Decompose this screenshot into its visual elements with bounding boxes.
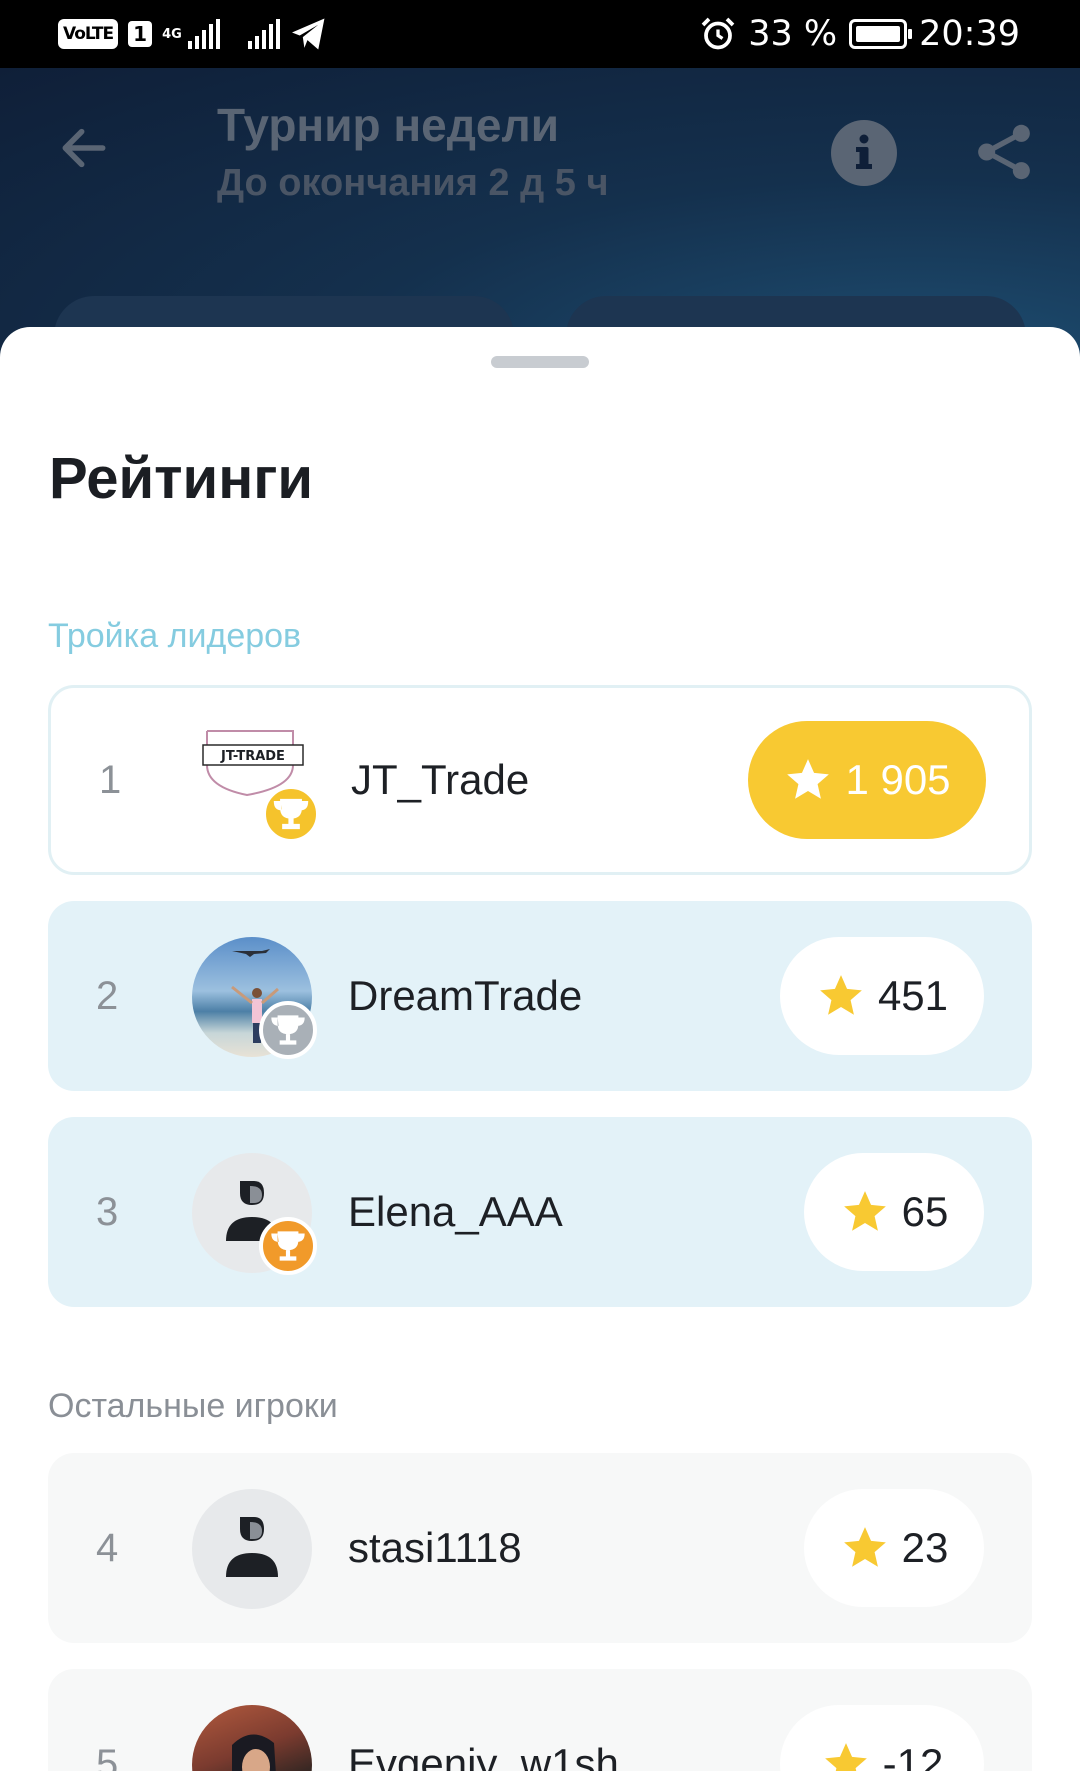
leader-row-2[interactable]: 2 DreamTrade 451	[48, 901, 1032, 1091]
star-icon	[787, 759, 830, 799]
volte-badge: VoLTE	[58, 19, 119, 49]
rank: 1	[99, 757, 122, 802]
alarm-icon	[701, 17, 735, 50]
player-name: DreamTrade	[348, 972, 583, 1019]
star-icon	[843, 1527, 886, 1567]
share-icon[interactable]	[972, 120, 1036, 184]
avatar-wrap	[192, 1153, 317, 1275]
trophy-bronze-icon	[259, 1217, 317, 1275]
clock: 20:39	[919, 14, 1020, 54]
avatar-photo	[192, 1705, 312, 1771]
avatar-wrap	[192, 1705, 312, 1771]
drag-handle[interactable]	[491, 356, 589, 368]
score-badge: 65	[804, 1153, 984, 1271]
signal-icon	[188, 19, 221, 49]
title-block: Турнир недели До окончания 2 д 5 ч	[217, 98, 609, 205]
player-name: stasi1118	[348, 1524, 522, 1571]
signal-icon-2	[248, 19, 281, 49]
telegram-icon	[292, 18, 325, 50]
ratings-sheet: Рейтинги Тройка лидеров 1 JT-TRADE JT_Tr…	[0, 327, 1080, 1771]
sheet-title: Рейтинги	[49, 446, 314, 511]
trophy-gold-icon	[262, 785, 320, 843]
rank: 4	[96, 1525, 119, 1570]
player-row-4[interactable]: 4 stasi1118 23	[48, 1453, 1032, 1643]
battery-percent: 33 %	[748, 14, 838, 54]
rank: 2	[96, 973, 119, 1018]
info-icon	[856, 134, 872, 169]
status-bar-right: 33 % 20:39	[700, 0, 1020, 68]
score-badge: -12	[780, 1705, 984, 1771]
tournament-header: Турнир недели До окончания 2 д 5 ч	[0, 68, 1080, 376]
player-name: JT_Trade	[351, 756, 530, 803]
score-badge: 1 905	[748, 721, 986, 839]
tournament-title: Турнир недели	[217, 99, 560, 151]
player-name: Elena_AAA	[348, 1188, 563, 1235]
time-remaining: До окончания 2 д 5 ч	[217, 162, 609, 204]
score-value: 1 905	[845, 756, 951, 803]
others-section-label: Остальные игроки	[48, 1387, 338, 1425]
score-value: -12	[882, 1740, 944, 1771]
network-type: 4G	[162, 26, 182, 42]
battery-icon	[849, 19, 913, 49]
trophy-silver-icon	[259, 1001, 317, 1059]
svg-text:JT-TRADE: JT-TRADE	[220, 749, 285, 764]
player-row-5[interactable]: 5 Evgeniy_w1sh -12	[48, 1669, 1032, 1771]
leader-row-3[interactable]: 3 Elena_AAA 65	[48, 1117, 1032, 1307]
rank: 5	[96, 1741, 119, 1771]
status-bar: VoLTE 1 4G 33 % 20:39	[0, 0, 1080, 68]
avatar-placeholder-icon	[192, 1489, 312, 1609]
info-button[interactable]	[831, 120, 897, 186]
star-icon	[824, 1743, 867, 1771]
back-arrow-icon[interactable]	[56, 120, 112, 176]
leader-row-1[interactable]: 1 JT-TRADE JT_Trade 1 905	[48, 685, 1032, 875]
star-icon	[843, 1191, 886, 1231]
star-icon	[820, 975, 862, 1015]
leaders-section-label: Тройка лидеров	[48, 617, 302, 655]
avatar-wrap: JT-TRADE	[195, 721, 320, 843]
sim-badge: 1	[128, 21, 153, 47]
score-value: 23	[901, 1524, 949, 1571]
player-name: Evgeniy_w1sh	[348, 1740, 619, 1771]
score-value: 65	[901, 1188, 949, 1235]
score-badge: 23	[804, 1489, 984, 1607]
score-value: 451	[877, 972, 949, 1019]
avatar-wrap	[192, 1489, 312, 1609]
status-bar-left: VoLTE 1 4G	[58, 0, 328, 68]
avatar-wrap	[192, 937, 317, 1059]
rank: 3	[96, 1189, 119, 1234]
score-badge: 451	[780, 937, 984, 1055]
